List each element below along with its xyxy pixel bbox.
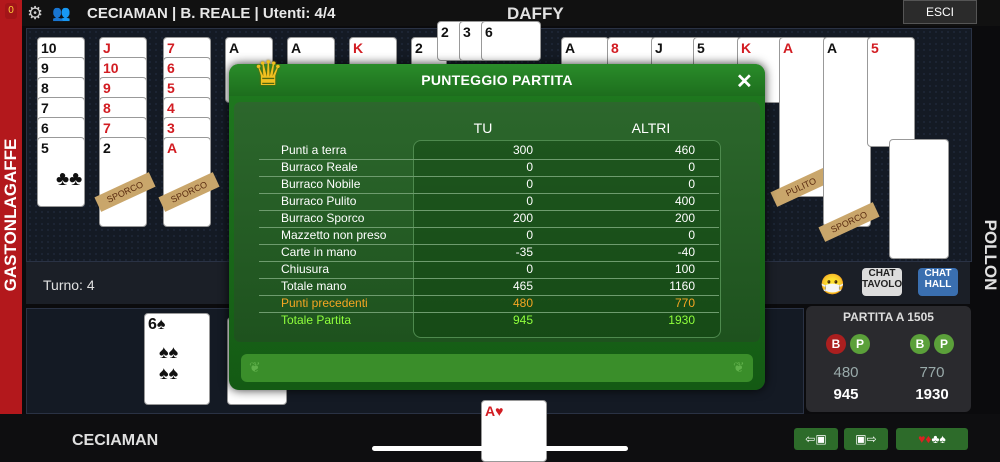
turn-counter: Turno: 4 (43, 277, 95, 293)
card[interactable]: 5 ♣♣ (37, 137, 85, 207)
burraco-indicator: B (826, 334, 846, 354)
exit-button[interactable]: ESCI (903, 0, 977, 24)
team2-prev: 770 (919, 364, 945, 381)
pozzetto-indicator: P (934, 334, 954, 354)
score-row: Burraco Nobile 0 0 (259, 176, 719, 194)
score-row: Punti a terra 300 460 (259, 142, 719, 160)
left-player-badge: 0 (5, 3, 17, 19)
team1-prev: 480 (833, 364, 859, 381)
close-icon[interactable]: ✕ (736, 69, 753, 94)
chat-hall-button[interactable]: CHAT HALL (918, 268, 958, 296)
club-suit: ♣♣ (56, 168, 83, 190)
pozzetto-indicator: P (850, 334, 870, 354)
right-player-hand (889, 139, 949, 259)
modal-footer: ❦ ❦ (241, 354, 753, 382)
bottom-player-name: CECIAMAN (72, 432, 159, 449)
spade-suit: ♠♠ ♠♠ (159, 342, 179, 383)
mini-score-panel: PARTITA A 1505 B P B P 480 945 770 1930 (806, 306, 971, 412)
room-info: CECIAMAN | B. REALE | Utenti: 4/4 (87, 5, 336, 22)
sort-suits-button[interactable]: ♥♦♣♠ (896, 428, 968, 450)
score-row: Chiusura 0 100 (259, 261, 719, 279)
score-row: Burraco Pulito 0 400 (259, 193, 719, 211)
home-indicator (372, 446, 628, 451)
chat-table-button[interactable]: CHAT TAVOLO (862, 268, 902, 296)
team1-total: 945 (833, 386, 859, 403)
score-modal: ♛ PUNTEGGIO PARTITA ✕ TU ALTRI Punti a t… (229, 55, 765, 390)
people-icon[interactable]: 👥 (52, 4, 71, 22)
score-row-previous: Punti precedenti 480 770 (259, 295, 719, 313)
column-altri: ALTRI (631, 120, 671, 136)
discard-card[interactable]: A♥ (481, 400, 547, 462)
right-player-name: POLLON (981, 219, 1000, 291)
leaf-ornament-icon: ❦ (249, 359, 261, 375)
score-row: Mazzetto non preso 0 0 (259, 227, 719, 245)
hand-card[interactable]: 6♠ ♠♠ ♠♠ (144, 313, 210, 405)
column-tu: TU (473, 120, 493, 136)
emoji-icon[interactable]: 😷 (820, 272, 845, 297)
gear-icon[interactable]: ⚙ (27, 3, 43, 24)
score-row: Carte in mano -35 -40 (259, 244, 719, 262)
team2-total: 1930 (915, 386, 949, 403)
match-target: PARTITA A 1505 (843, 310, 934, 324)
modal-title: PUNTEGGIO PARTITA (421, 72, 573, 88)
card[interactable]: A (823, 37, 871, 227)
score-row: Burraco Reale 0 0 (259, 159, 719, 177)
card[interactable]: 5 (867, 37, 915, 147)
left-player-strip: 0 GASTONLAGAFFE (0, 0, 22, 462)
score-row-hand-total: Totale mano 465 1160 (259, 278, 719, 296)
leaf-ornament-icon: ❦ (733, 359, 745, 375)
left-player-name: GASTONLAGAFFE (1, 138, 20, 292)
score-row-match-total: Totale Partita 945 1930 (281, 313, 695, 327)
sort-right-button[interactable]: ▣⇨ (844, 428, 888, 450)
burraco-indicator: B (910, 334, 930, 354)
sort-left-button[interactable]: ⇦▣ (794, 428, 838, 450)
score-row: Burraco Sporco 200 200 (259, 210, 719, 228)
card[interactable]: 6 (481, 21, 541, 61)
